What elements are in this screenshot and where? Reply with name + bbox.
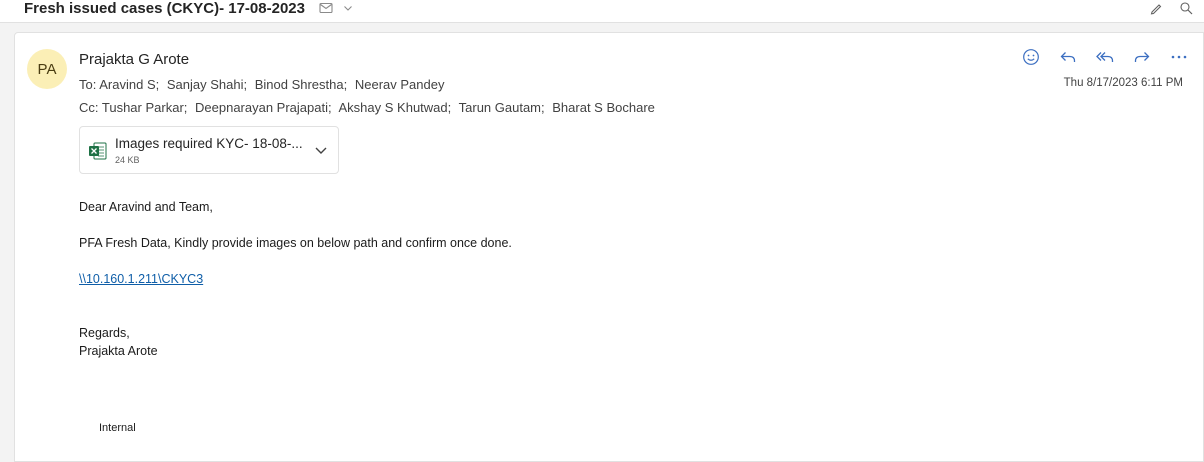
cc-recipients: Cc: Tushar Parkar; Deepnarayan Prajapati… [79, 100, 659, 115]
subject-bar: Fresh issued cases (CKYC)- 17-08-2023 [0, 0, 1204, 23]
envelope-icon[interactable] [318, 0, 334, 16]
reply-all-icon[interactable] [1095, 47, 1115, 67]
emoji-icon[interactable] [1021, 47, 1041, 67]
message-actions [1021, 47, 1189, 67]
zoom-icon[interactable] [1178, 0, 1194, 16]
recipient[interactable]: Neerav Pandey [355, 77, 445, 92]
excel-file-icon [88, 141, 108, 161]
recipient[interactable]: Sanjay Shahi; [167, 77, 247, 92]
email-subject: Fresh issued cases (CKYC)- 17-08-2023 [24, 0, 305, 17]
attachment-size: 24 KB [115, 155, 140, 165]
body-regards: Regards, [79, 326, 130, 340]
recipient[interactable]: Bharat S Bochare [552, 100, 655, 115]
recipient[interactable]: Tarun Gautam; [459, 100, 545, 115]
body-greeting: Dear Aravind and Team, [79, 200, 213, 214]
body-signature: Prajakta Arote [79, 344, 158, 358]
classification-label: Internal [99, 422, 136, 434]
subject-tools [318, 0, 356, 16]
to-label: To: [79, 77, 97, 92]
sender-name[interactable]: Prajakta G Arote [79, 51, 189, 68]
forward-icon[interactable] [1132, 47, 1152, 67]
pen-icon[interactable] [1148, 0, 1164, 16]
chevron-down-icon[interactable] [340, 0, 356, 16]
message-card: PA Prajakta G Arote To: Aravind S; Sanja… [14, 32, 1204, 462]
reply-icon[interactable] [1058, 47, 1078, 67]
recipient[interactable]: Tushar Parkar; [102, 100, 188, 115]
chevron-down-icon[interactable] [312, 141, 330, 159]
to-recipients: To: Aravind S; Sanjay Shahi; Binod Shres… [79, 77, 448, 92]
body-request: PFA Fresh Data, Kindly provide images on… [79, 236, 512, 250]
subject-right-tools [1148, 0, 1194, 16]
recipient[interactable]: Aravind S; [99, 77, 159, 92]
recipient[interactable]: Binod Shrestha; [255, 77, 348, 92]
recipient[interactable]: Deepnarayan Prajapati; [195, 100, 332, 115]
network-path-link[interactable]: \\10.160.1.211\CKYC3 [79, 272, 203, 286]
avatar[interactable]: PA [27, 49, 67, 89]
more-options-icon[interactable] [1169, 47, 1189, 67]
attachment-card[interactable]: Images required KYC- 18-08-... 24 KB [79, 126, 339, 174]
attachment-name: Images required KYC- 18-08-... [115, 136, 303, 151]
cc-label: Cc: [79, 100, 99, 115]
message-timestamp: Thu 8/17/2023 6:11 PM [1063, 77, 1183, 89]
recipient[interactable]: Akshay S Khutwad; [339, 100, 452, 115]
